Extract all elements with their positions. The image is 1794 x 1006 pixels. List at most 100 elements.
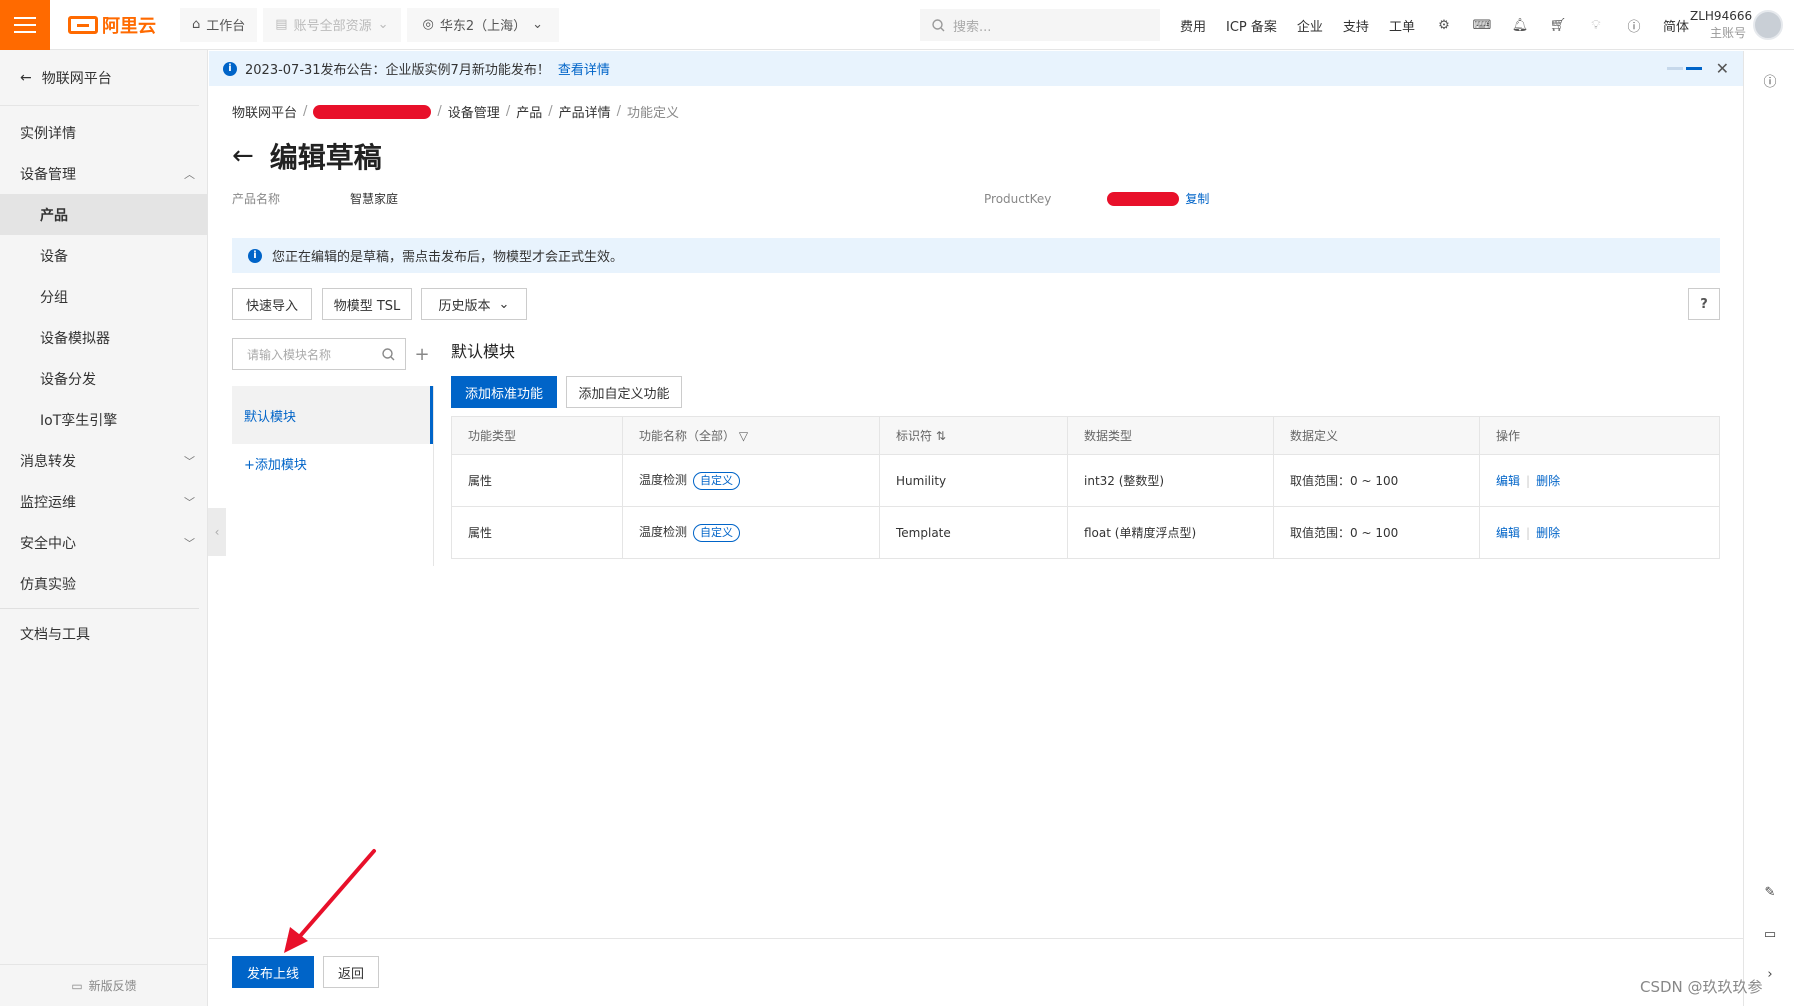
publish-button[interactable]: 发布上线 — [232, 956, 314, 988]
region-selector[interactable]: ◎ 华东2（上海） ⌄ — [406, 7, 560, 42]
arrow-left-icon: ← — [20, 69, 32, 86]
sidebar-item-device-simulator[interactable]: 设备模拟器 — [0, 317, 207, 358]
cell-definition: 取值范围：0 ~ 100 — [1273, 506, 1480, 559]
product-name-row: 产品名称 智慧家庭 — [232, 192, 399, 206]
top-links: 费用 ICP 备案 企业 支持 工单 ⚙ ⌨ 🔔︎ 🛒︎ 💡︎ ⓘ 简体 — [1180, 0, 1689, 50]
arrow-left-icon[interactable]: ← — [232, 141, 254, 171]
edit-icon[interactable]: ✎ — [1759, 881, 1781, 903]
sidebar-back-title[interactable]: ← 物联网平台 — [0, 50, 199, 106]
aliyun-logo[interactable]: 阿里云 — [50, 0, 174, 50]
global-search-input[interactable]: 搜索... — [920, 9, 1160, 41]
sidebar-item-device-distribution[interactable]: 设备分发 — [0, 358, 207, 399]
function-table: 功能类型 功能名称（全部） ▽ 标识符 ⇅ 数据类型 数据定义 操作 属性 温度… — [451, 416, 1720, 559]
hamburger-menu-button[interactable] — [0, 0, 50, 50]
left-sidebar: ← 物联网平台 实例详情 设备管理 ︿ 产品 设备 分组 设备模拟器 设备分发 I… — [0, 50, 208, 1006]
column-header: 数据定义 — [1273, 416, 1480, 455]
question-icon[interactable]: ⓘ — [1759, 69, 1781, 91]
chevron-down-icon: ⌄ — [377, 17, 389, 32]
sidebar-item-message-forwarding[interactable]: 消息转发 ﹀ — [0, 440, 207, 481]
sidebar-item-security[interactable]: 安全中心 ﹀ — [0, 522, 207, 563]
top-link-support[interactable]: 支持 — [1343, 16, 1369, 35]
language-switch[interactable]: 简体 — [1663, 16, 1689, 35]
announcement-pager[interactable] — [1666, 67, 1702, 70]
app-icon[interactable]: ⚙ — [1435, 16, 1453, 34]
sidebar-item-product[interactable]: 产品 — [0, 194, 207, 235]
copy-link[interactable]: 复制 — [1185, 190, 1209, 207]
cell-actions: 编辑 | 删除 — [1479, 506, 1720, 559]
watermark: CSDN @玖玖玖参 — [1640, 978, 1763, 996]
sidebar-item-monitoring[interactable]: 监控运维 ﹀ — [0, 481, 207, 522]
module-search-input[interactable]: 请输入模块名称 — [232, 338, 406, 370]
announcement-link[interactable]: 查看详情 — [558, 59, 610, 78]
module-item-default[interactable]: 默认模块 — [232, 386, 433, 444]
tsl-button[interactable]: 物模型 TSL — [322, 288, 412, 320]
help-button[interactable]: ? — [1688, 288, 1720, 320]
custom-tag: 自定义 — [693, 472, 741, 490]
top-link-fee[interactable]: 费用 — [1180, 16, 1206, 35]
edit-link[interactable]: 编辑 — [1496, 526, 1520, 540]
feedback-button[interactable]: ▭ 新版反馈 — [0, 964, 208, 1006]
column-header-identifier[interactable]: 标识符 ⇅ — [879, 416, 1068, 455]
sort-icon[interactable]: ⇅ — [936, 429, 946, 443]
add-module-plus-icon[interactable]: + — [412, 338, 432, 370]
top-link-enterprise[interactable]: 企业 — [1297, 16, 1323, 35]
module-list: 默认模块 +添加模块 — [232, 386, 434, 566]
announcement-bar: i 2023-07-31发布公告：企业版实例7月新功能发布！ 查看详情 ✕ — [209, 51, 1743, 86]
cell-datatype: float (单精度浮点型) — [1067, 506, 1274, 559]
sidebar-item-iot-twin[interactable]: IoT孪生引擎 — [0, 399, 207, 440]
cell-name: 温度检测 自定义 — [622, 454, 880, 507]
resource-selector[interactable]: ▤ 账号全部资源 ⌄ — [263, 7, 401, 42]
breadcrumb-item[interactable]: 产品 — [516, 102, 542, 121]
top-link-ticket[interactable]: 工单 — [1389, 16, 1415, 35]
sidebar-item-instance-detail[interactable]: 实例详情 — [0, 112, 207, 153]
close-icon[interactable]: ✕ — [1716, 59, 1729, 78]
sidebar-item-group[interactable]: 分组 — [0, 276, 207, 317]
sidebar-item-device[interactable]: 设备 — [0, 235, 207, 276]
right-tool-rail: ⓘ ✎ ▭ › — [1743, 51, 1794, 1006]
cart-icon[interactable]: 🛒︎ — [1549, 16, 1567, 34]
top-link-icp[interactable]: ICP 备案 — [1226, 16, 1277, 35]
location-icon: ◎ — [422, 17, 434, 32]
cell-type: 属性 — [451, 506, 623, 559]
back-button[interactable]: 返回 — [323, 956, 379, 988]
user-info[interactable]: ZLH94666 主账号 — [1690, 8, 1752, 42]
bell-icon[interactable]: 🔔︎ — [1511, 16, 1529, 34]
terminal-icon[interactable]: ⌨ — [1473, 16, 1492, 34]
breadcrumb-item[interactable]: 设备管理 — [448, 102, 500, 121]
chevron-down-icon: ⌄ — [498, 296, 510, 312]
quick-import-button[interactable]: 快速导入 — [232, 288, 312, 320]
footer-action-bar — [209, 938, 1743, 1006]
draft-tip-banner: i 您正在编辑的是草稿，需点击发布后，物模型才会正式生效。 — [232, 238, 1720, 273]
edit-link[interactable]: 编辑 — [1496, 474, 1520, 488]
add-module-link[interactable]: +添加模块 — [232, 454, 433, 473]
chevron-down-icon: ﹀ — [184, 495, 195, 509]
delete-link[interactable]: 删除 — [1536, 474, 1560, 488]
history-version-button[interactable]: 历史版本 ⌄ — [421, 288, 527, 320]
lightbulb-icon[interactable]: 💡︎ — [1587, 16, 1605, 34]
workbench-button[interactable]: ⌂ 工作台 — [180, 7, 258, 42]
help-icon[interactable]: ⓘ — [1625, 16, 1643, 35]
cell-identifier: Humility — [879, 454, 1068, 507]
sidebar-collapse-handle[interactable]: ‹ — [208, 508, 226, 556]
breadcrumb-item[interactable]: 物联网平台 — [232, 102, 297, 121]
breadcrumb-item[interactable]: 产品详情 — [559, 102, 611, 121]
sidebar-item-device-management[interactable]: 设备管理 ︿ — [0, 153, 207, 194]
column-header: 功能类型 — [451, 416, 623, 455]
info-icon: i — [248, 248, 262, 263]
table-row: 属性 温度检测 自定义 Template float (单精度浮点型) 取值范围：… — [451, 506, 1720, 559]
table-row: 属性 温度检测 自定义 Humility int32 (整数型) 取值范围：0 ~… — [451, 454, 1720, 507]
chevron-up-icon: ︿ — [184, 167, 195, 181]
avatar[interactable] — [1753, 10, 1783, 40]
add-standard-function-button[interactable]: 添加标准功能 — [451, 376, 557, 408]
sidebar-item-simulation[interactable]: 仿真实验 — [0, 563, 207, 604]
chat-icon[interactable]: ▭ — [1759, 923, 1781, 945]
sidebar-item-docs-tools[interactable]: 文档与工具 — [0, 613, 207, 654]
filter-icon[interactable]: ▽ — [739, 429, 748, 443]
chevron-down-icon: ﹀ — [184, 454, 195, 468]
delete-link[interactable]: 删除 — [1536, 526, 1560, 540]
chevron-down-icon: ﹀ — [184, 536, 195, 550]
column-header-name[interactable]: 功能名称（全部） ▽ — [622, 416, 880, 455]
chevron-down-icon: ⌄ — [532, 17, 544, 32]
announcement-controls: ✕ — [1666, 51, 1729, 86]
add-custom-function-button[interactable]: 添加自定义功能 — [566, 376, 682, 408]
